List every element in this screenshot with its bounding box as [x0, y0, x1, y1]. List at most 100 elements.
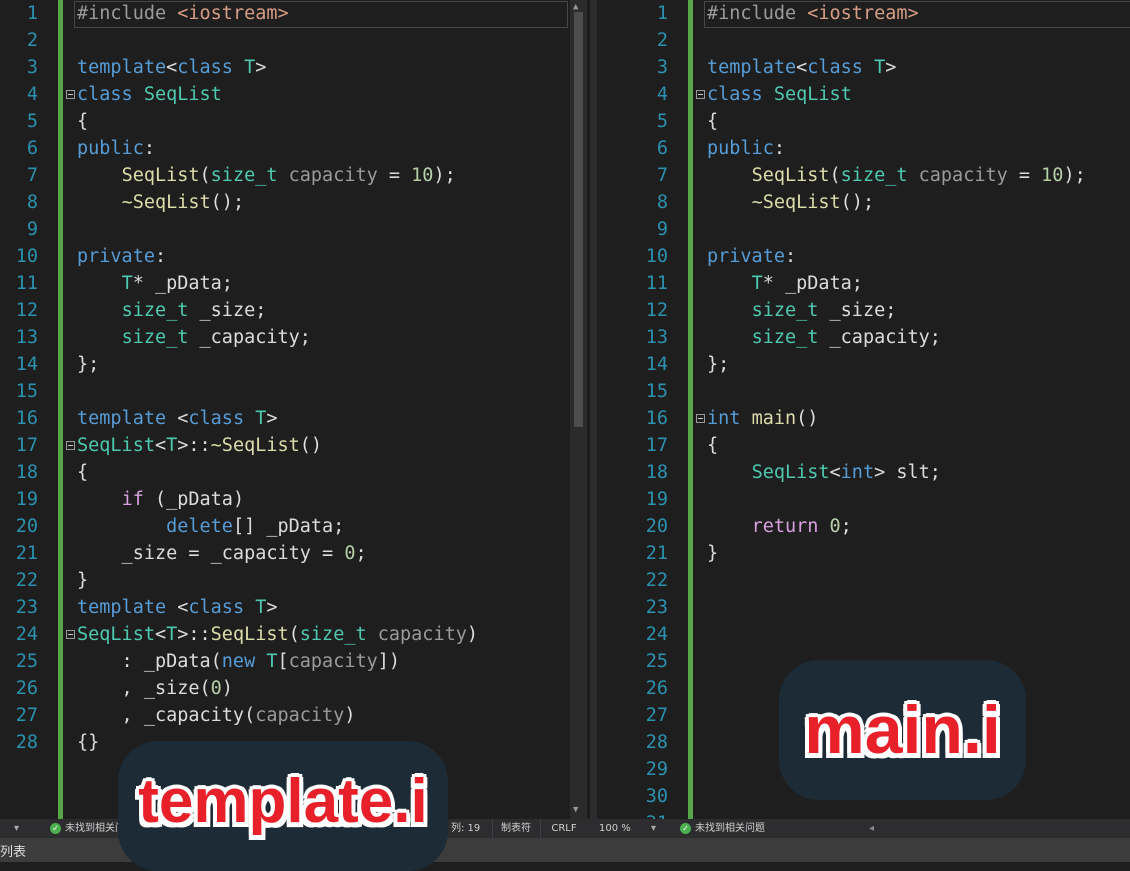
line-number: 13: [645, 327, 668, 348]
code-token: * _pData;: [132, 273, 233, 294]
code-token: T: [244, 57, 256, 78]
issues-indicator[interactable]: ✓ 未找到相关问题: [680, 819, 765, 838]
line-number: 29: [645, 759, 668, 780]
dropdown-icon[interactable]: ▾: [14, 819, 19, 838]
code-line[interactable]: SeqList<T>::~SeqList(): [77, 432, 322, 459]
code-line[interactable]: T* _pData;: [77, 270, 233, 297]
overlay-label-main: main.i: [779, 660, 1026, 800]
code-token: (): [299, 435, 323, 456]
code-token: private: [77, 246, 155, 267]
code-line[interactable]: SeqList(size_t capacity = 10);: [707, 162, 1086, 189]
code-line[interactable]: };: [707, 351, 729, 378]
line-number: 28: [645, 732, 668, 753]
code-token: T: [121, 273, 133, 294]
code-line[interactable]: template <class T>: [77, 405, 278, 432]
code-token: {: [707, 435, 719, 456]
code-token: (): [796, 408, 819, 429]
code-line[interactable]: ~SeqList();: [707, 189, 875, 216]
scrollbar-thumb[interactable]: [574, 12, 583, 427]
code-token: private: [707, 246, 785, 267]
code-line[interactable]: size_t _capacity;: [707, 324, 941, 351]
code-line[interactable]: public:: [77, 135, 155, 162]
code-line[interactable]: #include <iostream>: [77, 0, 289, 27]
code-token: =: [1007, 165, 1042, 186]
code-line[interactable]: {: [707, 108, 718, 135]
code-line[interactable]: private:: [77, 243, 166, 270]
column-indicator[interactable]: 列: 19: [451, 819, 480, 838]
code-line[interactable]: , _size(0): [77, 675, 233, 702]
code-token: ~SeqList: [210, 435, 300, 456]
collapse-icon[interactable]: [66, 630, 75, 639]
code-line[interactable]: class SeqList: [77, 81, 222, 108]
code-line[interactable]: {: [77, 459, 88, 486]
code-line[interactable]: SeqList<int> slt;: [707, 459, 941, 486]
code-line[interactable]: ~SeqList();: [77, 189, 245, 216]
split-divider[interactable]: [590, 0, 597, 838]
code-line[interactable]: public:: [707, 135, 785, 162]
code-token: :: [773, 138, 785, 159]
code-line[interactable]: {: [707, 432, 718, 459]
collapse-icon[interactable]: [696, 414, 705, 423]
code-token: :: [154, 246, 167, 267]
left-editor[interactable]: ▲ ▼ 1 #include <iostream> 2 3 template<class…: [0, 0, 590, 819]
code-token: SeqList: [210, 624, 289, 645]
code-token: ();: [840, 192, 875, 213]
code-token: delete: [166, 516, 233, 537]
code-line[interactable]: private:: [707, 243, 796, 270]
code-token: [: [277, 651, 289, 672]
code-token: class: [188, 408, 245, 429]
overlay-text: main.i: [804, 692, 1001, 768]
code-token: }: [707, 543, 719, 564]
code-line[interactable]: {: [77, 108, 88, 135]
scroll-down-icon[interactable]: ▼: [573, 805, 578, 815]
code-line[interactable]: T* _pData;: [707, 270, 863, 297]
code-line[interactable]: template <class T>: [77, 594, 278, 621]
code-line[interactable]: , _capacity(capacity): [77, 702, 356, 729]
code-line[interactable]: class SeqList: [707, 81, 852, 108]
line-number: 21: [645, 543, 668, 564]
indent-mode[interactable]: 制表符: [492, 819, 539, 838]
zoom-dropdown-icon[interactable]: ▾: [651, 819, 656, 838]
code-line[interactable]: int main(): [707, 405, 818, 432]
code-line[interactable]: }: [77, 567, 88, 594]
code-line[interactable]: _size = _capacity = 0;: [77, 540, 367, 567]
bottom-panel-label[interactable]: 列表: [0, 845, 26, 860]
code-line[interactable]: return 0;: [707, 513, 852, 540]
code-line[interactable]: size_t _size;: [707, 297, 897, 324]
code-line[interactable]: SeqList<T>::SeqList(size_t capacity): [77, 621, 478, 648]
code-token: <: [154, 624, 167, 645]
line-ending[interactable]: CRLF: [540, 819, 587, 838]
code-line[interactable]: };: [77, 351, 99, 378]
code-line[interactable]: if (_pData): [77, 486, 245, 513]
code-line[interactable]: }: [707, 540, 718, 567]
code-line[interactable]: SeqList(size_t capacity = 10);: [77, 162, 456, 189]
line-number: 23: [645, 597, 668, 618]
scroll-left-icon[interactable]: ◂: [869, 819, 874, 838]
code-token: class: [188, 597, 245, 618]
zoom-level[interactable]: 100 %: [599, 819, 631, 838]
collapse-icon[interactable]: [696, 90, 705, 99]
code-token: SeqList: [751, 165, 830, 186]
code-line[interactable]: {}: [77, 729, 99, 756]
code-line[interactable]: size_t _size;: [77, 297, 267, 324]
code-line[interactable]: #include <iostream>: [707, 0, 919, 27]
code-line[interactable]: size_t _capacity;: [77, 324, 311, 351]
collapse-icon[interactable]: [66, 90, 75, 99]
code-line[interactable]: delete[] _pData;: [77, 513, 344, 540]
code-line[interactable]: : _pData(new T[capacity]): [77, 648, 400, 675]
code-token: }: [77, 570, 89, 591]
scroll-up-icon[interactable]: ▲: [573, 2, 578, 12]
code-token: SeqList: [773, 84, 852, 105]
line-number: 21: [15, 543, 38, 564]
collapse-icon[interactable]: [66, 441, 75, 450]
code-token: public: [77, 138, 144, 159]
code-line[interactable]: template<class T>: [77, 54, 266, 81]
code-line[interactable]: template<class T>: [707, 54, 896, 81]
